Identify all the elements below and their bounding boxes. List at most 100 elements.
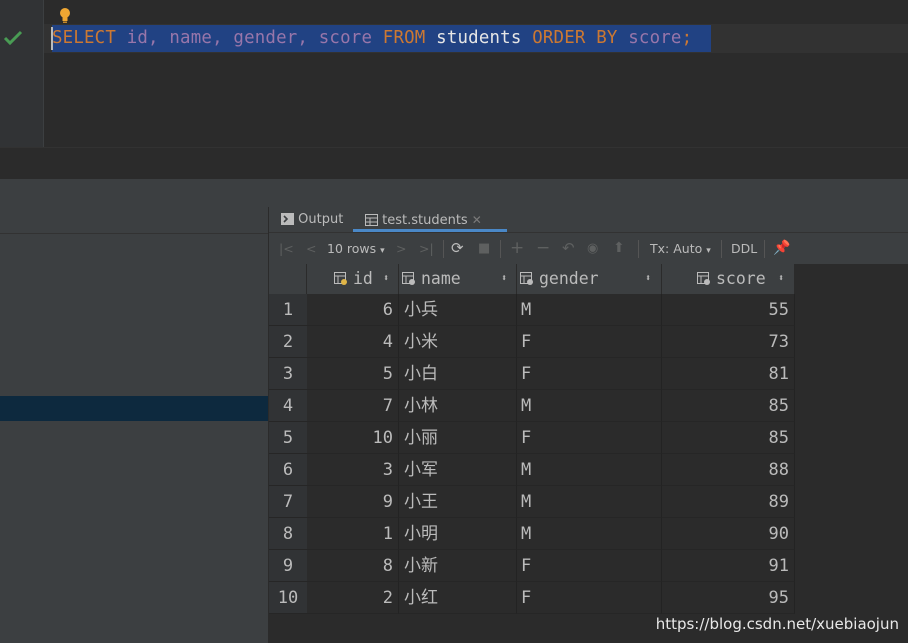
cell-id[interactable]: 6 xyxy=(307,294,399,326)
cell-name[interactable]: 小明 xyxy=(399,518,517,550)
result-toolbar: |< < 10 rows ▾ > >| ⟳ ■ + − ↶ ◉ ⬆ Tx: Au… xyxy=(269,232,908,265)
cell-name[interactable]: 小王 xyxy=(399,486,517,518)
column-header-name[interactable]: name ⬍ xyxy=(399,264,517,294)
column-header-id[interactable]: id ⬍ xyxy=(307,264,399,294)
keyword-order-by: ORDER BY xyxy=(532,28,618,48)
row-number: 2 xyxy=(269,326,307,358)
column-header-score[interactable]: score ⬍ xyxy=(662,264,795,294)
sort-icon[interactable]: ⬍ xyxy=(501,264,507,294)
refresh-icon[interactable]: ⟳ xyxy=(451,233,464,264)
close-icon[interactable]: ✕ xyxy=(472,213,482,227)
cell-gender[interactable]: F xyxy=(517,422,662,454)
tree-header xyxy=(0,207,268,234)
toolbar-separator xyxy=(638,240,639,258)
cell-name[interactable]: 小林 xyxy=(399,390,517,422)
sort-icon[interactable]: ⬍ xyxy=(778,264,784,294)
row-number: 5 xyxy=(269,422,307,454)
pin-icon[interactable]: 📌 xyxy=(773,233,790,264)
terminator: ; xyxy=(681,28,693,48)
lightbulb-icon[interactable] xyxy=(58,7,72,23)
first-page-icon[interactable]: |< xyxy=(279,233,294,264)
cell-score[interactable]: 81 xyxy=(662,358,795,390)
tab-students[interactable]: test.students ✕ xyxy=(353,207,507,232)
cell-score[interactable]: 88 xyxy=(662,454,795,486)
cell-name[interactable]: 小白 xyxy=(399,358,517,390)
table-name: students xyxy=(436,28,522,48)
cell-score[interactable]: 89 xyxy=(662,486,795,518)
cell-gender[interactable]: F xyxy=(517,358,662,390)
submit-icon[interactable]: ⬆ xyxy=(613,233,625,264)
tx-mode-label: Tx: Auto xyxy=(650,241,703,256)
column-list: id, name, gender, score xyxy=(126,28,373,48)
key-column-icon xyxy=(334,272,347,285)
cell-score[interactable]: 85 xyxy=(662,422,795,454)
result-tabs: Output test.students ✕ xyxy=(269,207,908,232)
cell-id[interactable]: 10 xyxy=(307,422,399,454)
sql-statement[interactable]: SELECT id, name, gender, score FROM stud… xyxy=(52,24,692,53)
row-number: 1 xyxy=(269,294,307,326)
keyword-select: SELECT xyxy=(52,28,117,48)
cell-id[interactable]: 2 xyxy=(307,582,399,614)
cell-score[interactable]: 95 xyxy=(662,582,795,614)
cell-gender[interactable]: F xyxy=(517,582,662,614)
column-header-gender[interactable]: gender ⬍ xyxy=(517,264,662,294)
cell-id[interactable]: 8 xyxy=(307,550,399,582)
tree-selected-item[interactable] xyxy=(0,396,268,421)
add-row-icon[interactable]: + xyxy=(510,233,524,264)
cell-id[interactable]: 3 xyxy=(307,454,399,486)
cell-gender[interactable]: M xyxy=(517,390,662,422)
services-toolbar xyxy=(0,179,908,207)
code-line-1[interactable]: SELECT id, name, gender, score FROM stud… xyxy=(44,24,908,53)
cell-name[interactable]: 小丽 xyxy=(399,422,517,454)
sql-editor[interactable]: SELECT id, name, gender, score FROM stud… xyxy=(0,0,908,147)
last-page-icon[interactable]: >| xyxy=(419,233,434,264)
cell-score[interactable]: 85 xyxy=(662,390,795,422)
rows-label: 10 rows xyxy=(327,241,377,256)
cell-gender[interactable]: M xyxy=(517,454,662,486)
cell-gender[interactable]: M xyxy=(517,518,662,550)
tab-output[interactable]: Output xyxy=(281,207,343,232)
toolbar-separator xyxy=(443,240,444,258)
cell-id[interactable]: 7 xyxy=(307,390,399,422)
table-icon xyxy=(365,214,378,226)
revert-icon[interactable]: ↶ xyxy=(562,233,575,264)
header-label-gender: gender xyxy=(539,269,599,288)
cell-id[interactable]: 4 xyxy=(307,326,399,358)
cell-name[interactable]: 小兵 xyxy=(399,294,517,326)
cell-score[interactable]: 90 xyxy=(662,518,795,550)
sort-icon[interactable]: ⬍ xyxy=(383,264,389,294)
preview-icon[interactable]: ◉ xyxy=(587,233,598,264)
cell-gender[interactable]: M xyxy=(517,486,662,518)
cell-name[interactable]: 小米 xyxy=(399,326,517,358)
cell-name[interactable]: 小红 xyxy=(399,582,517,614)
prev-page-icon[interactable]: < xyxy=(306,233,316,264)
stop-icon[interactable]: ■ xyxy=(478,233,490,264)
next-page-icon[interactable]: > xyxy=(396,233,406,264)
row-number: 10 xyxy=(269,582,307,614)
header-label-id: id xyxy=(353,269,373,288)
cell-gender[interactable]: M xyxy=(517,294,662,326)
toolbar-separator xyxy=(721,240,722,258)
row-number: 9 xyxy=(269,550,307,582)
column-icon xyxy=(402,272,415,285)
cell-name[interactable]: 小军 xyxy=(399,454,517,486)
tab-students-label: test.students xyxy=(382,213,468,228)
rows-dropdown[interactable]: 10 rows ▾ xyxy=(327,233,385,264)
cell-name[interactable]: 小新 xyxy=(399,550,517,582)
delete-row-icon[interactable]: − xyxy=(536,233,550,264)
cell-score[interactable]: 73 xyxy=(662,326,795,358)
order-column: score xyxy=(628,28,682,48)
cell-id[interactable]: 9 xyxy=(307,486,399,518)
sort-icon[interactable]: ⬍ xyxy=(645,264,651,294)
cell-score[interactable]: 91 xyxy=(662,550,795,582)
ddl-button[interactable]: DDL xyxy=(731,233,757,264)
services-tree-panel xyxy=(0,207,269,643)
cell-id[interactable]: 5 xyxy=(307,358,399,390)
cell-id[interactable]: 1 xyxy=(307,518,399,550)
header-label-name: name xyxy=(421,269,461,288)
cell-gender[interactable]: F xyxy=(517,550,662,582)
cell-gender[interactable]: F xyxy=(517,326,662,358)
chevron-down-icon: ▾ xyxy=(706,246,711,256)
tx-mode-dropdown[interactable]: Tx: Auto ▾ xyxy=(650,233,711,264)
cell-score[interactable]: 55 xyxy=(662,294,795,326)
